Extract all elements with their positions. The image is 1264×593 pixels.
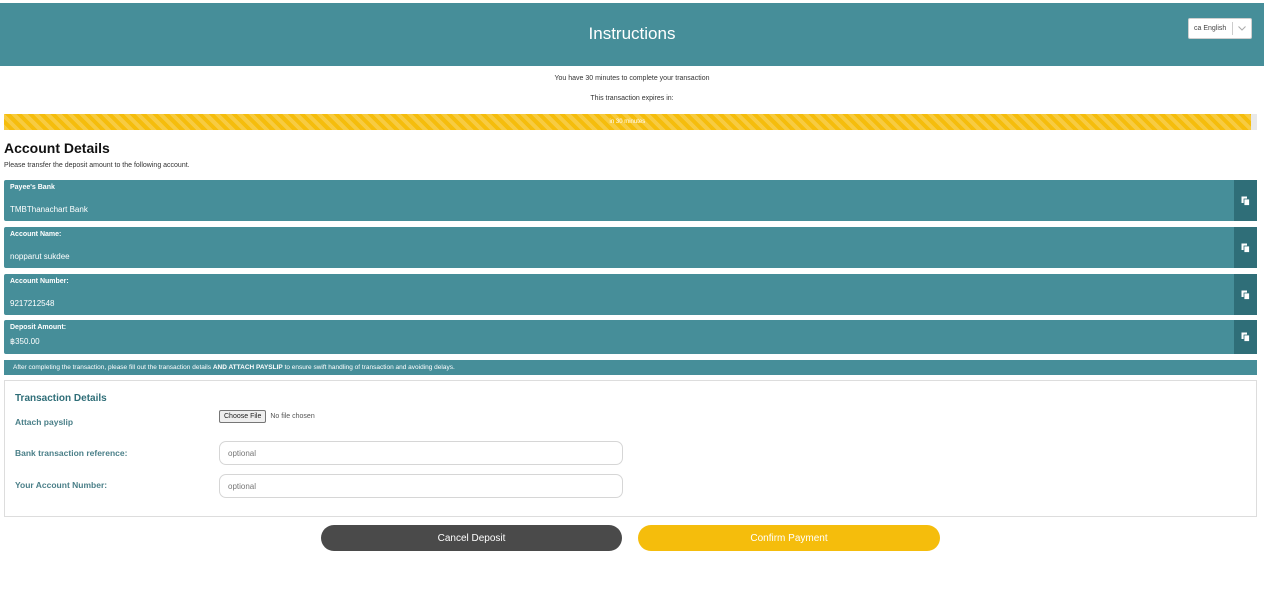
account-details-heading: Account Details	[4, 140, 110, 156]
language-label: ca English	[1189, 25, 1232, 32]
info-text-pre: After completing the transaction, please…	[13, 364, 213, 371]
payslip-info-banner: After completing the transaction, please…	[4, 360, 1257, 375]
your-account-number-input[interactable]	[219, 474, 623, 498]
payslip-file-input: Choose File No file chosen	[219, 410, 315, 423]
bank-reference-input[interactable]	[219, 441, 623, 465]
header-bar: Instructions ca English	[0, 3, 1264, 66]
countdown-progress-fill: in 30 minutes	[4, 114, 1251, 130]
bank-reference-label: Bank transaction reference:	[15, 448, 128, 458]
attach-payslip-label: Attach payslip	[15, 417, 74, 427]
language-name: English	[1203, 25, 1227, 32]
page-title: Instructions	[588, 24, 676, 43]
choose-file-button[interactable]: Choose File	[219, 410, 267, 423]
deposit-amount-value: ฿350.00	[10, 337, 40, 346]
copy-icon	[1241, 243, 1250, 253]
copy-payee-bank-button[interactable]	[1234, 180, 1257, 221]
account-number-value: 9217212548	[10, 299, 55, 308]
language-select[interactable]: ca English	[1188, 18, 1252, 39]
your-account-number-label: Your Account Number:	[15, 480, 108, 490]
countdown-progress-bar: in 30 minutes	[4, 114, 1257, 130]
deposit-instructions-page: Instructions ca English You have 30 minu…	[0, 0, 1264, 593]
transaction-details-heading: Transaction Details	[15, 393, 107, 404]
account-number-label: Account Number:	[10, 278, 69, 285]
deposit-amount-box: Deposit Amount: ฿350.00	[4, 320, 1257, 354]
account-name-label: Account Name:	[10, 231, 62, 238]
language-flag: ca	[1194, 25, 1202, 32]
chevron-down-icon[interactable]	[1233, 26, 1251, 31]
info-text-post: to ensure swift handling of transaction …	[282, 364, 455, 371]
copy-icon	[1241, 290, 1250, 300]
confirm-payment-button[interactable]: Confirm Payment	[638, 525, 940, 551]
copy-account-name-button[interactable]	[1234, 227, 1257, 268]
payee-bank-label: Payee's Bank	[10, 184, 55, 191]
file-status-text: No file chosen	[270, 413, 315, 420]
transaction-details-form: Transaction Details Attach payslip Choos…	[4, 380, 1257, 517]
payee-bank-box: Payee's Bank TMBThanachart Bank	[4, 180, 1257, 221]
cancel-deposit-button[interactable]: Cancel Deposit	[321, 525, 622, 551]
info-text-bold: AND ATTACH PAYSLIP	[212, 364, 283, 371]
countdown-text: in 30 minutes	[609, 119, 646, 125]
copy-account-number-button[interactable]	[1234, 274, 1257, 315]
copy-icon	[1241, 196, 1250, 206]
time-limit-notice: You have 30 minutes to complete your tra…	[554, 75, 710, 82]
account-details-subtitle: Please transfer the deposit amount to th…	[4, 162, 190, 169]
copy-deposit-amount-button[interactable]	[1234, 320, 1257, 354]
account-number-box: Account Number: 9217212548	[4, 274, 1257, 315]
payee-bank-value: TMBThanachart Bank	[10, 205, 88, 214]
copy-icon	[1241, 332, 1250, 342]
expiry-notice: This transaction expires in:	[590, 95, 674, 102]
deposit-amount-label: Deposit Amount:	[10, 324, 67, 331]
account-name-box: Account Name: nopparut sukdee	[4, 227, 1257, 268]
account-name-value: nopparut sukdee	[10, 252, 70, 261]
